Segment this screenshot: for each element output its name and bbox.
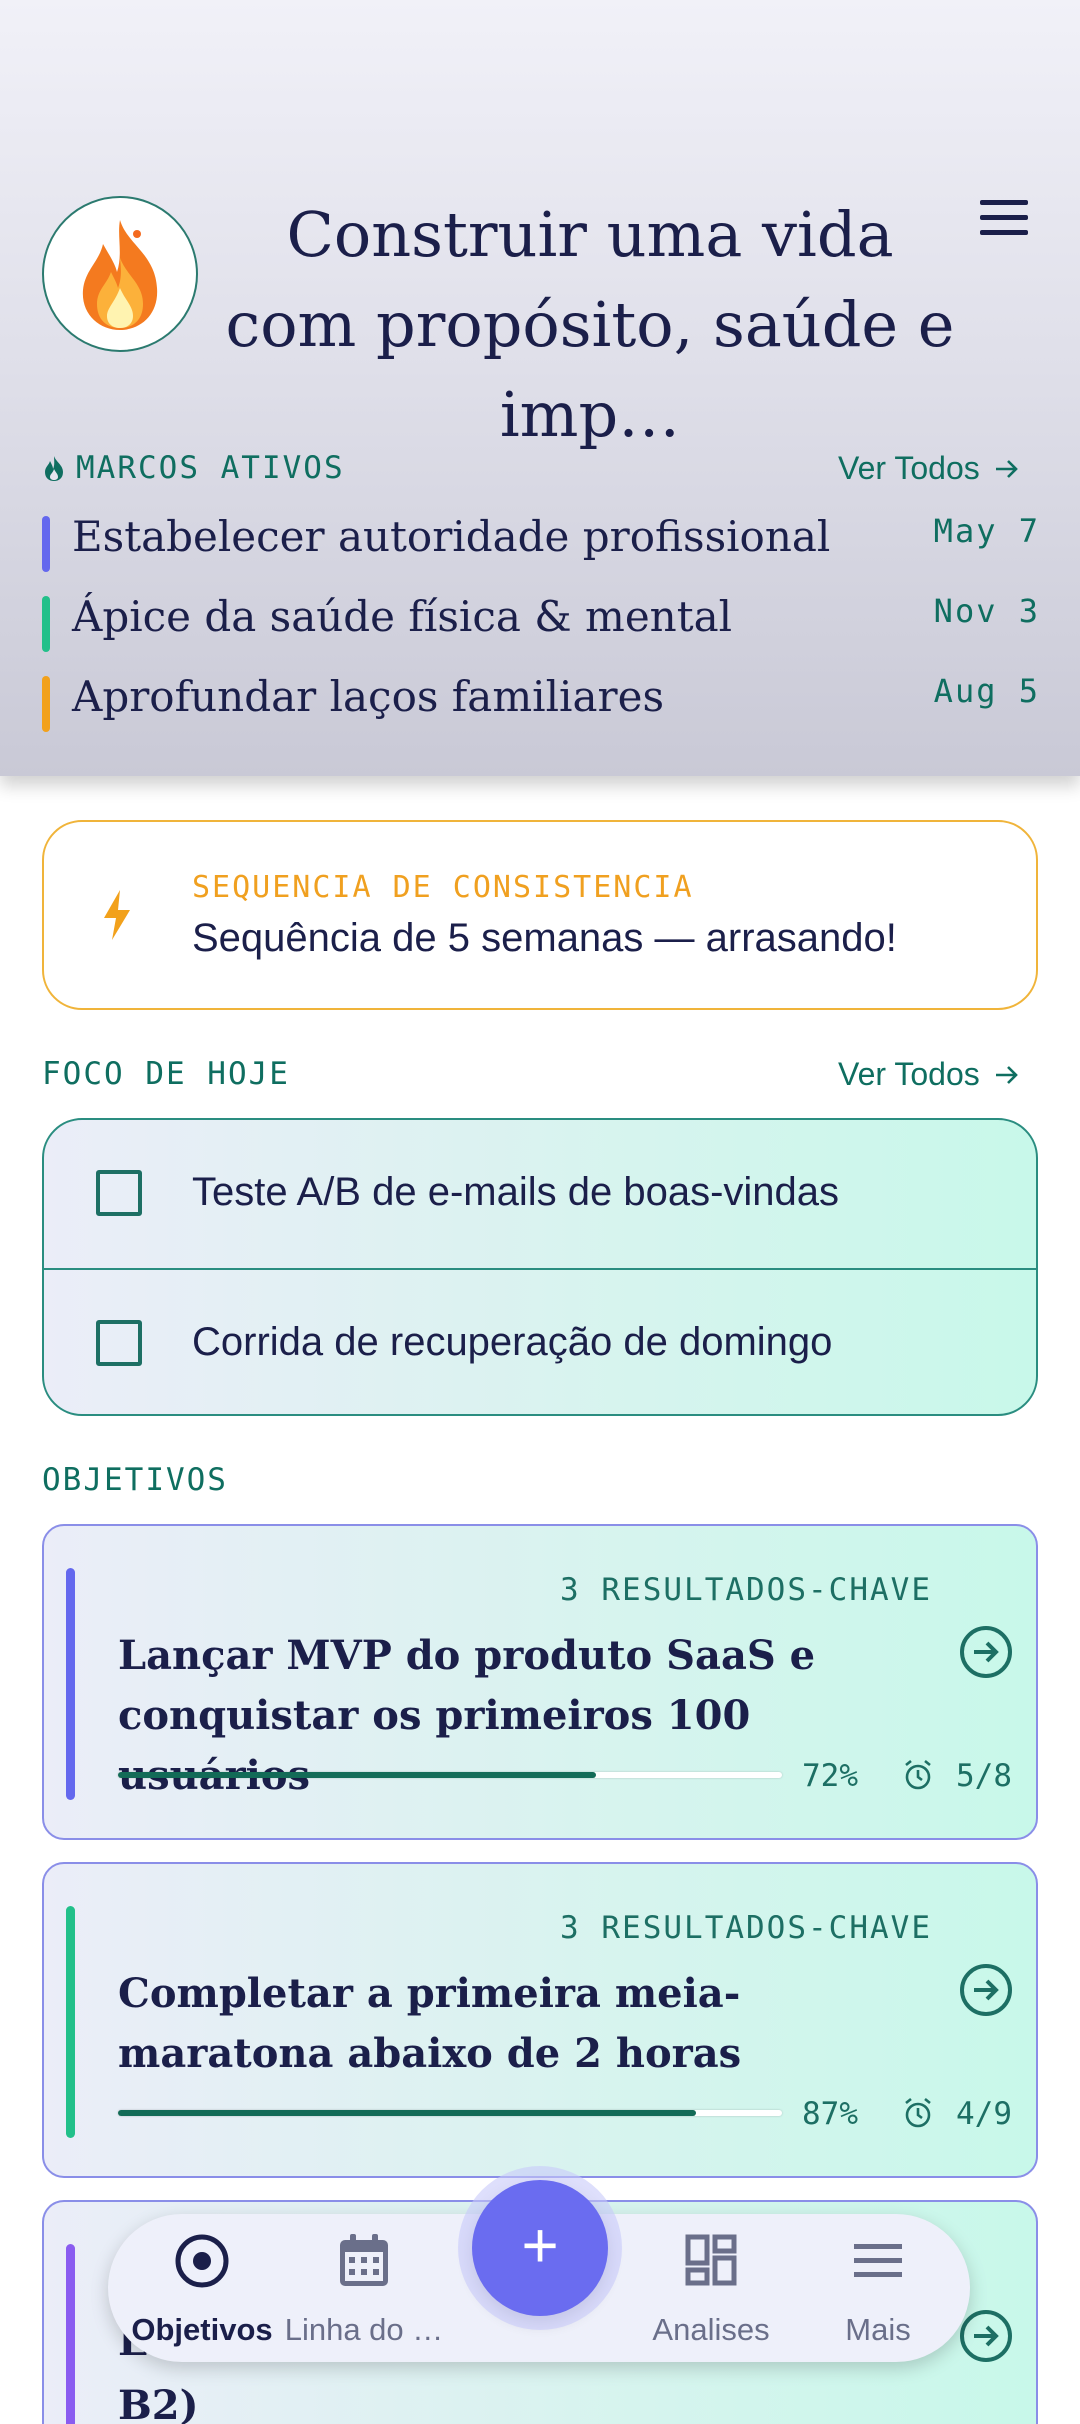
objective-title-line: B2): [118, 2382, 199, 2424]
focus-task-list: Teste A/B de e-mails de boas-vindas Corr…: [42, 1118, 1038, 1416]
hamburger-menu-icon[interactable]: [976, 196, 1032, 240]
objectives-label: OBJETIVOS: [42, 1462, 228, 1498]
milestone-item[interactable]: Estabelecer autoridade profissional May …: [42, 512, 1040, 572]
milestone-date: Nov 3: [933, 592, 1040, 630]
flame-small-icon: [45, 456, 63, 481]
nav-item-analises[interactable]: Analises: [626, 2214, 796, 2362]
milestone-name: Aprofundar laços familiares: [72, 672, 664, 721]
milestones-label-row: MARCOS ATIVOS: [42, 450, 345, 486]
milestones-label: MARCOS ATIVOS: [76, 450, 345, 486]
arrow-circle-right-icon[interactable]: [958, 1624, 1014, 1680]
progress-track: [118, 2110, 782, 2116]
page-title: Construir uma vida com propósito, saúde …: [225, 198, 955, 451]
task-checkbox[interactable]: [96, 1170, 142, 1216]
lightning-icon: [104, 890, 130, 940]
alarm-clock-icon: [905, 1759, 931, 1790]
menu-icon: [854, 2244, 902, 2277]
task-count: 4/9: [956, 2096, 1012, 2132]
task-checkbox[interactable]: [96, 1320, 142, 1366]
objective-color-stripe: [66, 1568, 75, 1800]
streak-label: SEQUENCIA DE CONSISTENCIA: [192, 870, 694, 905]
progress-percent: 87%: [802, 2096, 858, 2132]
task-row[interactable]: Teste A/B de e-mails de boas-vindas: [44, 1120, 1036, 1268]
objective-card[interactable]: 3 RESULTADOS-CHAVE Lançar MVP do produto…: [42, 1524, 1038, 1840]
add-button[interactable]: +: [472, 2180, 608, 2316]
nav-label: Linha do …: [284, 2312, 444, 2347]
arrow-circle-right-icon[interactable]: [958, 2308, 1014, 2364]
alarm-clock-icon: [905, 2097, 931, 2128]
nav-label: Objetivos: [131, 2312, 273, 2347]
streak-message: Sequência de 5 semanas — arrasando!: [192, 916, 897, 960]
objective-card[interactable]: 3 RESULTADOS-CHAVE Completar a primeira …: [42, 1862, 1038, 2178]
goal-avatar[interactable]: [42, 196, 198, 352]
see-all-label: Ver Todos: [838, 450, 980, 486]
arrow-circle-right-icon[interactable]: [958, 1962, 1014, 2018]
milestone-color-bar: [42, 676, 50, 732]
nav-label: Analises: [652, 2312, 770, 2347]
nav-item-objetivos[interactable]: Objetivos: [122, 2214, 282, 2362]
nav-item-linha-do-tempo[interactable]: Linha do …: [284, 2214, 444, 2362]
progress-track: [118, 1772, 782, 1778]
objective-title: Completar a primeira meia-maratona abaix…: [118, 1970, 742, 2077]
milestones-see-all-button[interactable]: Ver Todos: [838, 450, 1020, 487]
milestone-color-bar: [42, 596, 50, 652]
task-text: Teste A/B de e-mails de boas-vindas: [192, 1170, 840, 1214]
calendar-icon: [340, 2234, 388, 2286]
nav-label: Mais: [845, 2312, 911, 2347]
arrow-right-icon: [995, 459, 1018, 478]
focus-label: FOCO DE HOJE: [42, 1056, 290, 1092]
focus-see-all-button[interactable]: Ver Todos: [838, 1056, 1020, 1093]
task-row[interactable]: Corrida de recuperação de domingo: [44, 1268, 1036, 1414]
milestone-date: May 7: [933, 512, 1040, 550]
dashboard-icon: [685, 2234, 737, 2286]
fire-icon: [82, 220, 158, 330]
milestone-name: Estabelecer autoridade profissional: [72, 512, 831, 561]
objective-color-stripe: [66, 1906, 75, 2138]
task-count: 5/8: [956, 1758, 1012, 1794]
milestone-item[interactable]: Aprofundar laços familiares Aug 5: [42, 672, 1040, 732]
arrow-right-icon: [995, 1065, 1018, 1084]
see-all-label: Ver Todos: [838, 1056, 980, 1092]
nav-item-mais[interactable]: Mais: [798, 2214, 958, 2362]
header: Construir uma vida com propósito, saúde …: [0, 0, 1080, 776]
milestone-color-bar: [42, 516, 50, 572]
task-text: Corrida de recuperação de domingo: [192, 1320, 833, 1364]
progress-fill: [118, 2110, 696, 2116]
target-icon: [175, 2234, 229, 2288]
milestone-item[interactable]: Ápice da saúde física & mental Nov 3: [42, 592, 1040, 652]
objective-color-stripe: [66, 2244, 75, 2424]
key-results-count: 3 RESULTADOS-CHAVE: [560, 1572, 932, 1608]
milestone-name: Ápice da saúde física & mental: [72, 592, 733, 641]
progress-percent: 72%: [802, 1758, 858, 1794]
progress-fill: [118, 1772, 597, 1778]
streak-card: SEQUENCIA DE CONSISTENCIA Sequência de 5…: [42, 820, 1038, 1010]
milestone-date: Aug 5: [933, 672, 1040, 710]
objective-title: Lançar MVP do produto SaaS e conquistar …: [118, 1632, 816, 1799]
key-results-count: 3 RESULTADOS-CHAVE: [560, 1910, 932, 1946]
